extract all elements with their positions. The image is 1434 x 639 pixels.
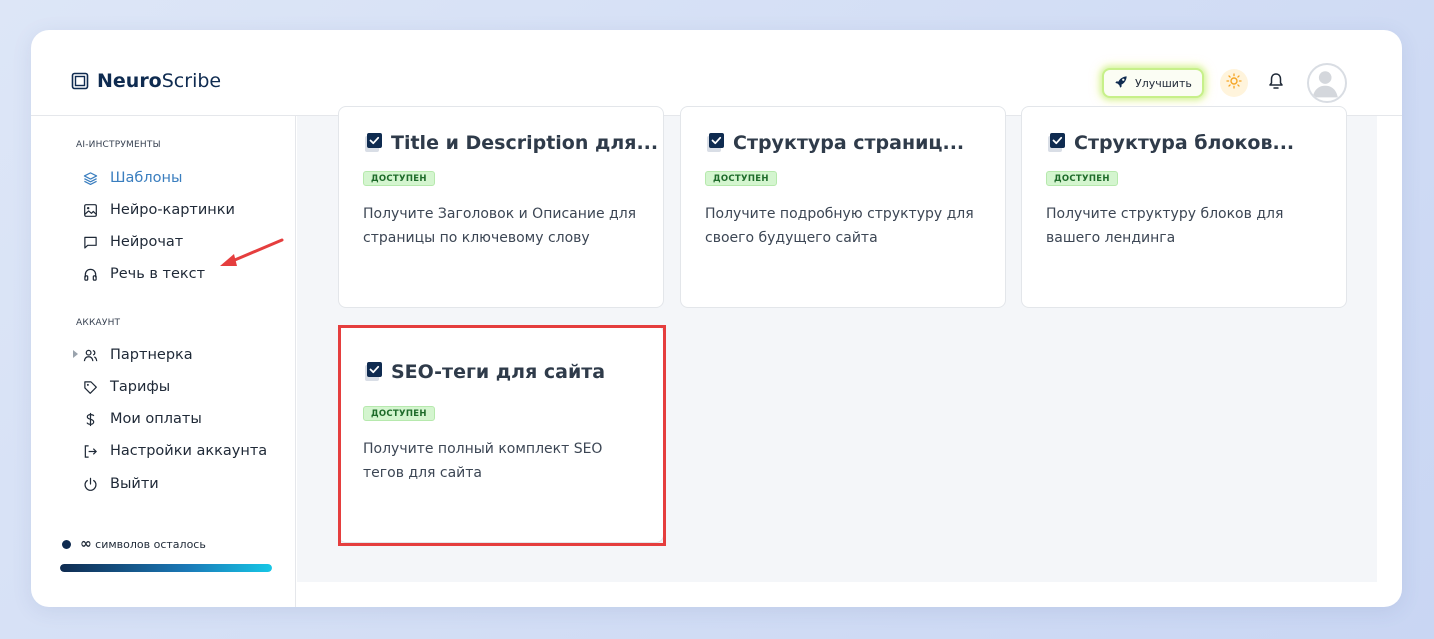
sidebar-item-label: Партнерка (110, 347, 193, 363)
checkbox-icon (705, 132, 725, 154)
sidebar-item-templates[interactable]: Шаблоны (82, 167, 182, 189)
app-window: NeuroScribe Улучшить AI-ИНСТРУМЕНТЫ Шабл… (31, 30, 1402, 607)
card-description: Получите полный комплект SEO тегов для с… (363, 441, 603, 481)
card-title: SEO-теги для сайта (363, 361, 605, 383)
symbols-remaining: ∞ символов осталось (62, 536, 206, 552)
notifications-button[interactable] (1265, 72, 1287, 94)
sun-icon (1226, 73, 1242, 93)
card-title: Структура страниц... (705, 132, 964, 154)
checkbox-icon (363, 361, 383, 383)
layers-icon (82, 170, 98, 186)
symbols-progress-fill (60, 564, 272, 572)
logo-text-strong: Neuro (97, 70, 162, 92)
sidebar-item-neuro-images[interactable]: Нейро-картинки (82, 199, 235, 221)
checkbox-icon (1046, 132, 1066, 154)
sidebar-item-logout[interactable]: Выйти (82, 473, 159, 495)
status-dot (62, 539, 71, 549)
template-card-seo-tags[interactable]: SEO-теги для сайта ДОСТУПЕН Получите пол… (338, 325, 664, 543)
sidebar-item-payments[interactable]: Мои оплаты (82, 408, 202, 430)
sidebar-item-label: Настройки аккаунта (110, 443, 268, 459)
symbols-progress-bar (60, 564, 272, 572)
dollar-icon (82, 411, 98, 427)
upgrade-label: Улучшить (1135, 76, 1192, 90)
headphones-icon (82, 266, 98, 282)
status-badge: ДОСТУПЕН (1046, 171, 1118, 186)
logo-icon (71, 72, 89, 90)
sidebar-item-label: Нейро-картинки (110, 202, 235, 218)
template-card-title-description[interactable]: Title и Description для... ДОСТУПЕН Полу… (338, 106, 664, 308)
sidebar-item-neurochat[interactable]: Нейрочат (82, 231, 183, 253)
template-card-page-structure[interactable]: Структура страниц... ДОСТУПЕН Получите п… (680, 106, 1006, 308)
user-avatar-icon (1309, 71, 1345, 101)
sidebar-item-label: Выйти (110, 476, 159, 492)
section-title-tools: AI-ИНСТРУМЕНТЫ (76, 140, 161, 150)
card-title: Структура блоков... (1046, 132, 1294, 154)
sidebar-item-account-settings[interactable]: Настройки аккаунта (82, 440, 267, 462)
users-icon (82, 347, 98, 363)
status-badge: ДОСТУПЕН (363, 171, 435, 186)
power-icon (82, 476, 98, 492)
sidebar-item-label: Тарифы (110, 379, 171, 395)
card-title: Title и Description для... (363, 132, 658, 154)
status-badge: ДОСТУПЕН (363, 406, 435, 421)
upgrade-button[interactable]: Улучшить (1102, 68, 1204, 98)
checkbox-icon (363, 132, 383, 154)
sidebar-item-label: Мои оплаты (110, 411, 202, 427)
symbols-value: ∞ (80, 536, 92, 552)
sidebar-item-tariffs[interactable]: Тарифы (82, 376, 170, 398)
section-title-account: АККАУНТ (76, 318, 121, 328)
theme-toggle-button[interactable] (1220, 69, 1248, 97)
sidebar-item-partner[interactable]: Партнерка (73, 344, 193, 366)
template-card-block-structure[interactable]: Структура блоков... ДОСТУПЕН Получите ст… (1021, 106, 1347, 308)
sidebar: AI-ИНСТРУМЕНТЫ Шаблоны Нейро-картинки Не… (56, 116, 296, 607)
logo[interactable]: NeuroScribe (71, 70, 221, 92)
tag-icon (82, 379, 98, 395)
logout-arrow-icon (82, 443, 98, 459)
main-content: Title и Description для... ДОСТУПЕН Полу… (297, 106, 1377, 582)
caret-right-icon (73, 350, 78, 358)
sidebar-item-label: Нейрочат (110, 234, 184, 250)
logo-text-light: Scribe (161, 70, 222, 92)
annotation-arrow-icon (220, 238, 284, 266)
rocket-icon (1114, 75, 1128, 92)
chat-icon (82, 234, 98, 250)
image-icon (82, 202, 98, 218)
card-description: Получите структуру блоков для вашего лен… (1046, 206, 1284, 246)
sidebar-item-label: Речь в текст (110, 266, 206, 282)
sidebar-item-speech-to-text[interactable]: Речь в текст (82, 263, 205, 285)
top-header: NeuroScribe Улучшить (31, 30, 1402, 116)
card-description: Получите подробную структуру для своего … (705, 206, 974, 246)
bell-icon (1267, 72, 1285, 94)
status-badge: ДОСТУПЕН (705, 171, 777, 186)
sidebar-item-label: Шаблоны (110, 170, 183, 186)
card-description: Получите Заголовок и Описание для страни… (363, 206, 637, 246)
avatar[interactable] (1307, 63, 1347, 103)
symbols-label: символов осталось (95, 538, 206, 551)
